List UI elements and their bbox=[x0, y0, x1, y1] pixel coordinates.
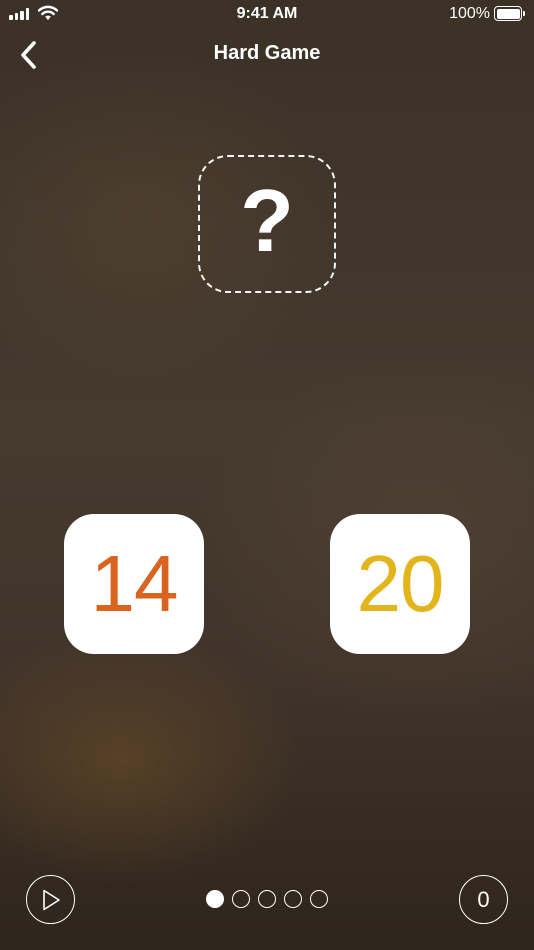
page-dot-4[interactable] bbox=[284, 890, 302, 908]
page-dot-5[interactable] bbox=[310, 890, 328, 908]
page-dot-3[interactable] bbox=[258, 890, 276, 908]
score-value: 0 bbox=[477, 886, 490, 912]
page-dot-2[interactable] bbox=[232, 890, 250, 908]
battery-icon bbox=[494, 6, 525, 21]
tile-number: 14 bbox=[90, 539, 179, 628]
answer-slot[interactable]: ? bbox=[198, 155, 336, 293]
question-mark: ? bbox=[240, 171, 294, 270]
page-title: Hard Game bbox=[213, 42, 321, 64]
number-tile-20[interactable]: 20 bbox=[330, 514, 470, 654]
score-counter[interactable]: 0 bbox=[459, 875, 508, 924]
battery-percent: 100% bbox=[449, 5, 490, 22]
nav-bar: Hard Game bbox=[0, 28, 534, 82]
number-tile-14[interactable]: 14 bbox=[64, 514, 204, 654]
status-bar: 9:41 AM 100% bbox=[0, 0, 534, 28]
play-icon bbox=[42, 889, 60, 910]
play-button[interactable] bbox=[26, 875, 75, 924]
tile-number: 20 bbox=[356, 539, 445, 628]
page-indicator bbox=[206, 890, 328, 908]
page-dot-1[interactable] bbox=[206, 890, 224, 908]
